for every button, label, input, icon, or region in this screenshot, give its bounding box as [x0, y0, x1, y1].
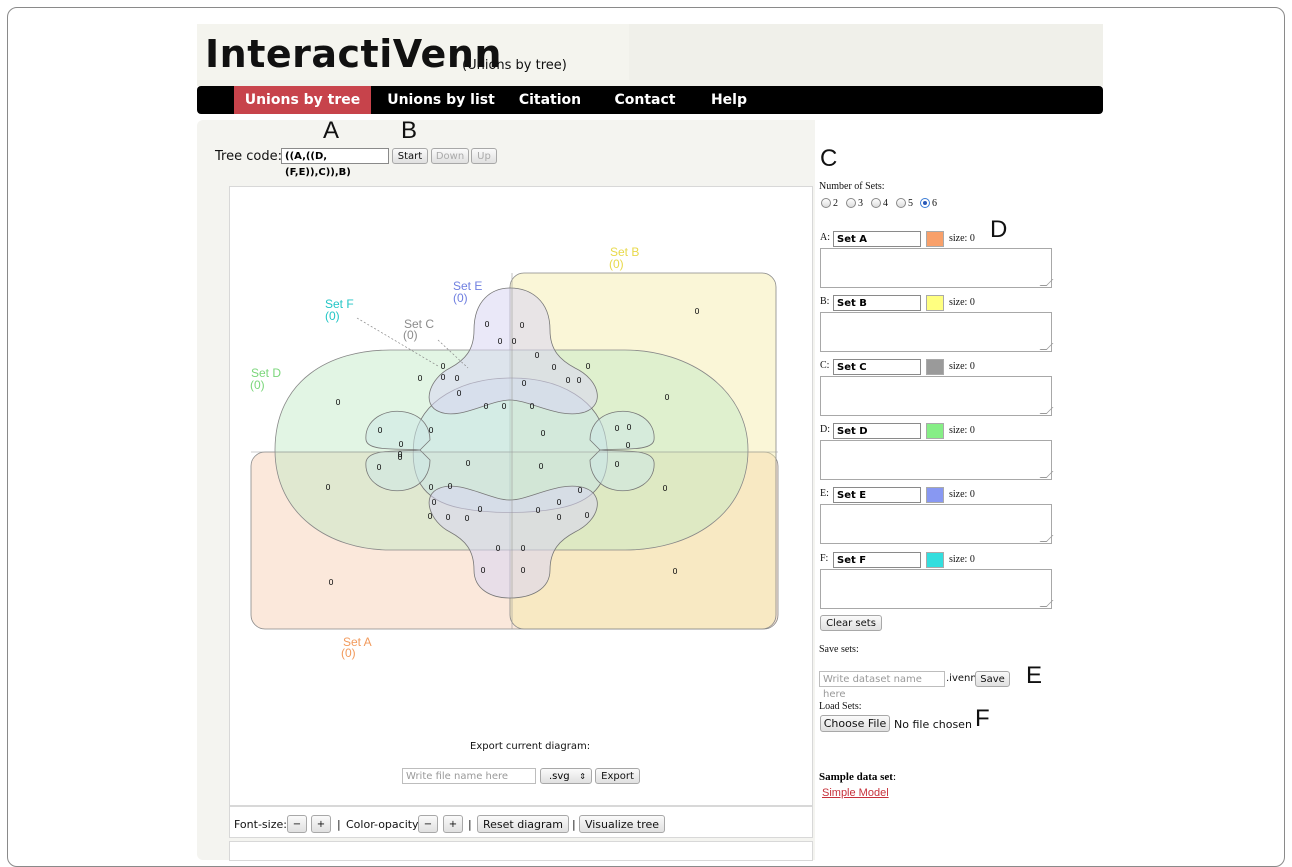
resize-grip-icon[interactable] — [1039, 535, 1054, 542]
load-sets-label: Load Sets: — [819, 701, 862, 712]
visualize-tree-button[interactable]: Visualize tree — [579, 815, 665, 833]
set-d-size: size: 0 — [949, 425, 975, 436]
nav-citation[interactable]: Citation — [507, 86, 593, 114]
no-file-chosen-text: No file chosen — [894, 718, 972, 731]
set-f-size: size: 0 — [949, 554, 975, 565]
font-size-increase-button[interactable]: + — [311, 815, 331, 833]
resize-grip-icon[interactable] — [1039, 407, 1054, 414]
toolbar-separator: | — [572, 818, 576, 831]
sets-radio-label-6: 6 — [932, 198, 937, 209]
set-c-name-input[interactable]: Set C — [833, 359, 921, 375]
set-a-letter: A: — [820, 232, 830, 243]
set-e-name-input[interactable]: Set E — [833, 487, 921, 503]
set-e-color-picker[interactable] — [926, 487, 944, 503]
save-sets-label: Save sets: — [819, 644, 859, 655]
save-button[interactable]: Save — [975, 671, 1010, 687]
set-c-elements-textarea[interactable] — [820, 376, 1054, 416]
annotation-a: A — [323, 117, 340, 144]
sets-radio-3[interactable] — [846, 198, 856, 208]
set-a-name-input[interactable]: Set A — [833, 231, 921, 247]
toolbar-separator: | — [337, 818, 341, 831]
export-format-value: .svg — [549, 771, 570, 782]
sample-data-set-text: Sample data set — [819, 771, 893, 783]
nav-unions-by-tree[interactable]: Unions by tree — [234, 86, 371, 114]
sets-radio-5[interactable] — [896, 198, 906, 208]
resize-grip-icon[interactable] — [1039, 600, 1054, 607]
sets-radio-4[interactable] — [871, 198, 881, 208]
export-filename-input[interactable]: Write file name here — [402, 768, 536, 784]
sample-data-set-colon: : — [892, 771, 897, 783]
resize-grip-icon[interactable] — [1039, 279, 1054, 286]
set-f-letter: F: — [820, 553, 829, 564]
number-of-sets-label: Number of Sets: — [819, 181, 885, 192]
reset-diagram-button[interactable]: Reset diagram — [477, 815, 569, 833]
set-f-color-picker[interactable] — [926, 552, 944, 568]
dataset-name-input[interactable]: Write dataset name here — [819, 671, 945, 700]
sets-radio-label-3: 3 — [858, 198, 863, 209]
simple-model-link[interactable]: Simple Model — [822, 787, 889, 799]
nav-unions-by-list[interactable]: Unions by list — [377, 86, 505, 114]
choose-file-button[interactable]: Choose File — [820, 715, 890, 732]
set-d-letter: D: — [820, 424, 830, 435]
toolbar-bottom — [229, 841, 813, 861]
resize-grip-icon[interactable] — [1039, 343, 1054, 350]
sets-radio-label-4: 4 — [883, 198, 888, 209]
font-size-label: Font-size: — [234, 818, 287, 831]
set-a-color-picker[interactable] — [926, 231, 944, 247]
select-arrows-icon: ⇕ — [579, 772, 586, 781]
annotation-e: E — [1026, 662, 1043, 689]
app-title: InteractiVenn — [205, 32, 502, 76]
annotation-c: C — [820, 145, 838, 172]
set-c-letter: C: — [820, 360, 830, 371]
clear-sets-button[interactable]: Clear sets — [820, 615, 882, 631]
annotation-d: D — [990, 216, 1008, 243]
nav-help[interactable]: Help — [694, 86, 764, 114]
set-d-elements-textarea[interactable] — [820, 440, 1054, 480]
set-a-size: size: 0 — [949, 233, 975, 244]
annotation-b: B — [401, 117, 418, 144]
set-f-elements-textarea[interactable] — [820, 569, 1054, 609]
resize-grip-icon[interactable] — [1039, 471, 1054, 478]
ivenn-extension: .ivenn — [946, 673, 977, 684]
set-e-elements-textarea[interactable] — [820, 504, 1054, 544]
set-a-elements-textarea[interactable] — [820, 248, 1054, 288]
set-b-letter: B: — [820, 296, 830, 307]
opacity-decrease-button[interactable]: − — [418, 815, 438, 833]
sets-radio-label-2: 2 — [833, 198, 838, 209]
nav-contact[interactable]: Contact — [602, 86, 688, 114]
export-button[interactable]: Export — [595, 768, 640, 784]
sets-radio-2[interactable] — [821, 198, 831, 208]
sample-data-set-label: Sample data set: — [819, 771, 896, 783]
toolbar-separator: | — [468, 818, 472, 831]
opacity-increase-button[interactable]: + — [443, 815, 463, 833]
tree-code-input[interactable]: ((A,((D,(F,E)),C)),B) — [281, 148, 389, 178]
annotation-f: F — [975, 705, 990, 732]
set-d-name-input[interactable]: Set D — [833, 423, 921, 439]
set-d-color-picker[interactable] — [926, 423, 944, 439]
main-nav: Unions by tree Unions by list Citation C… — [197, 86, 1103, 114]
set-f-name-input[interactable]: Set F — [833, 552, 921, 568]
app-subtitle: (Unions by tree) — [462, 58, 567, 73]
set-c-color-picker[interactable] — [926, 359, 944, 375]
set-b-color-picker[interactable] — [926, 295, 944, 311]
sets-radio-6[interactable] — [920, 198, 930, 208]
set-c-size: size: 0 — [949, 361, 975, 372]
set-e-letter: E: — [820, 488, 829, 499]
set-b-elements-textarea[interactable] — [820, 312, 1054, 352]
set-b-size: size: 0 — [949, 297, 975, 308]
set-e-size: size: 0 — [949, 489, 975, 500]
export-label: Export current diagram: — [470, 741, 591, 752]
tree-code-label: Tree code: — [215, 149, 282, 164]
sets-radio-label-5: 5 — [908, 198, 913, 209]
export-format-select[interactable]: .svg ⇕ — [540, 768, 592, 784]
down-button[interactable]: Down — [431, 148, 469, 164]
up-button[interactable]: Up — [471, 148, 497, 164]
color-opacity-label: Color-opacity: — [346, 818, 422, 831]
set-b-name-input[interactable]: Set B — [833, 295, 921, 311]
start-button[interactable]: Start — [392, 148, 428, 164]
font-size-decrease-button[interactable]: − — [287, 815, 307, 833]
diagram-panel — [229, 186, 813, 806]
